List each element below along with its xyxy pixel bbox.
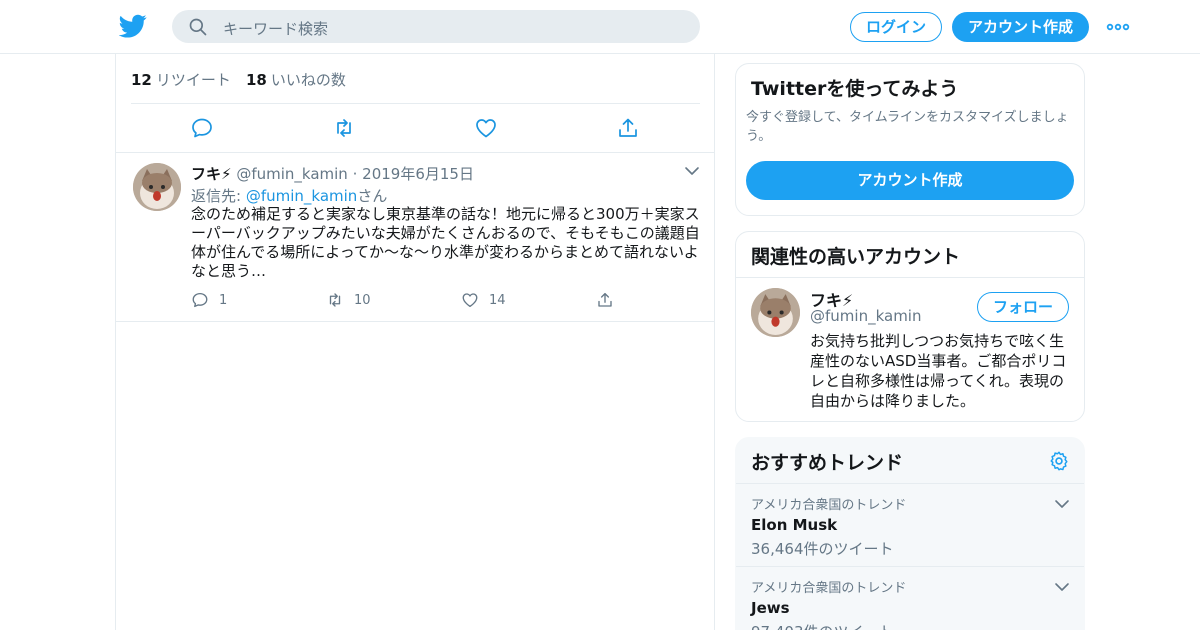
tweet-date[interactable]: 2019年6月15日 <box>362 165 474 183</box>
like-count: 14 <box>489 292 506 308</box>
search-input[interactable]: キーワード検索 <box>223 18 328 39</box>
related-account-bio: お気持ち批判しつつお気持ちで呟く生産性のないASD当事者。ご都合ポリコレと自称多… <box>810 332 1067 410</box>
chevron-down-icon[interactable] <box>1054 496 1070 512</box>
tweet-text: 念のため補足すると実家なし東京基準の話な！地元に帰ると300万＋実家スーパーバッ… <box>191 205 700 280</box>
tweet-separator: · <box>352 165 358 183</box>
retweet-action[interactable]: 10 <box>326 291 371 309</box>
reply-icon[interactable] <box>190 116 214 140</box>
trend-name[interactable]: Jews <box>751 599 790 617</box>
top-header: キーワード検索 ログイン アカウント作成 <box>0 0 1200 54</box>
reply-to-line: 返信先: @fumin_kaminさん <box>191 185 387 206</box>
trend-item[interactable]: アメリカ合衆国のトレンド Jews 97,403件のツイート <box>736 566 1084 630</box>
like-stat-label: いいねの数 <box>270 71 346 89</box>
like-stat-count: 18 <box>246 71 267 89</box>
gear-icon[interactable] <box>1048 450 1070 472</box>
signup-card-subtitle: 今すぐ登録して、タイムラインをカスタマイズしましょう。 <box>746 110 1069 144</box>
trend-tweet-count: 36,464件のツイート <box>751 540 894 558</box>
like-icon <box>462 293 478 308</box>
retweet-stat[interactable]: 12 リツイート <box>131 69 231 90</box>
trend-context: アメリカ合衆国のトレンド <box>751 498 907 513</box>
trend-context: アメリカ合衆国のトレンド <box>751 581 907 596</box>
divider <box>736 277 1084 278</box>
reply-icon <box>192 292 208 308</box>
signup-button[interactable]: アカウント作成 <box>952 12 1089 42</box>
tweet-actions: 1 10 14 <box>191 291 701 311</box>
trends-card: おすすめトレンド アメリカ合衆国のトレンド Elon Musk 36,464件の… <box>735 437 1085 630</box>
reply-to-link[interactable]: @fumin_kamin <box>246 187 357 205</box>
trend-name[interactable]: Elon Musk <box>751 516 837 534</box>
retweet-stat-label: リツイート <box>155 71 231 89</box>
related-account-handle[interactable]: @fumin_kamin <box>810 307 921 325</box>
like-stat[interactable]: 18 いいねの数 <box>246 69 346 90</box>
signup-card-title: Twitterを使ってみよう <box>751 78 959 100</box>
signup-card-button[interactable]: アカウント作成 <box>746 161 1074 200</box>
chevron-down-icon[interactable] <box>1054 579 1070 595</box>
share-icon[interactable] <box>616 116 640 140</box>
main-timeline: 12 リツイート 18 いいねの数 フキ⚡ @fumin_kamin · 201… <box>115 54 715 630</box>
related-accounts-card: 関連性の高いアカウント フキ⚡ @fumin_kamin フォロー お気持ち批判… <box>735 231 1085 422</box>
retweet-count: 10 <box>354 292 371 308</box>
signup-card: Twitterを使ってみよう 今すぐ登録して、タイムラインをカスタマイズしましょ… <box>735 63 1085 216</box>
reply-count: 1 <box>219 292 228 308</box>
avatar[interactable] <box>751 288 800 337</box>
trends-card-title: おすすめトレンド <box>751 452 904 474</box>
search-icon <box>189 18 207 36</box>
retweet-icon[interactable] <box>332 116 356 140</box>
related-card-title: 関連性の高いアカウント <box>751 246 961 268</box>
chevron-down-icon[interactable] <box>684 163 700 179</box>
like-action[interactable]: 14 <box>461 291 506 309</box>
retweet-icon <box>329 293 341 307</box>
avatar[interactable] <box>133 163 181 211</box>
share-action[interactable] <box>596 291 624 309</box>
tweet-author-handle[interactable]: @fumin_kamin <box>236 165 347 183</box>
retweet-stat-count: 12 <box>131 71 152 89</box>
share-icon <box>598 292 612 307</box>
main-tweet-actions <box>116 104 714 153</box>
twitter-bird-icon[interactable] <box>119 12 147 40</box>
reply-to-prefix: 返信先: <box>191 187 246 205</box>
trend-tweet-count: 97,403件のツイート <box>751 621 894 630</box>
search-bar[interactable]: キーワード検索 <box>172 10 700 43</box>
tweet-stats: 12 リツイート 18 いいねの数 <box>131 54 700 104</box>
reply-tweet[interactable]: フキ⚡ @fumin_kamin · 2019年6月15日 返信先: @fumi… <box>116 153 714 322</box>
more-dots-icon[interactable] <box>1106 18 1130 36</box>
login-button[interactable]: ログイン <box>850 12 942 42</box>
reply-to-suffix: さん <box>357 187 388 205</box>
cat-avatar-image <box>751 288 800 337</box>
reply-action[interactable]: 1 <box>191 291 227 309</box>
follow-button[interactable]: フォロー <box>977 292 1069 322</box>
like-icon[interactable] <box>474 116 498 140</box>
cat-avatar-image <box>133 163 181 211</box>
trend-item[interactable]: アメリカ合衆国のトレンド Elon Musk 36,464件のツイート <box>736 483 1084 566</box>
tweet-author-name[interactable]: フキ⚡ <box>191 165 232 183</box>
tweet-header: フキ⚡ @fumin_kamin · 2019年6月15日 <box>191 163 474 184</box>
